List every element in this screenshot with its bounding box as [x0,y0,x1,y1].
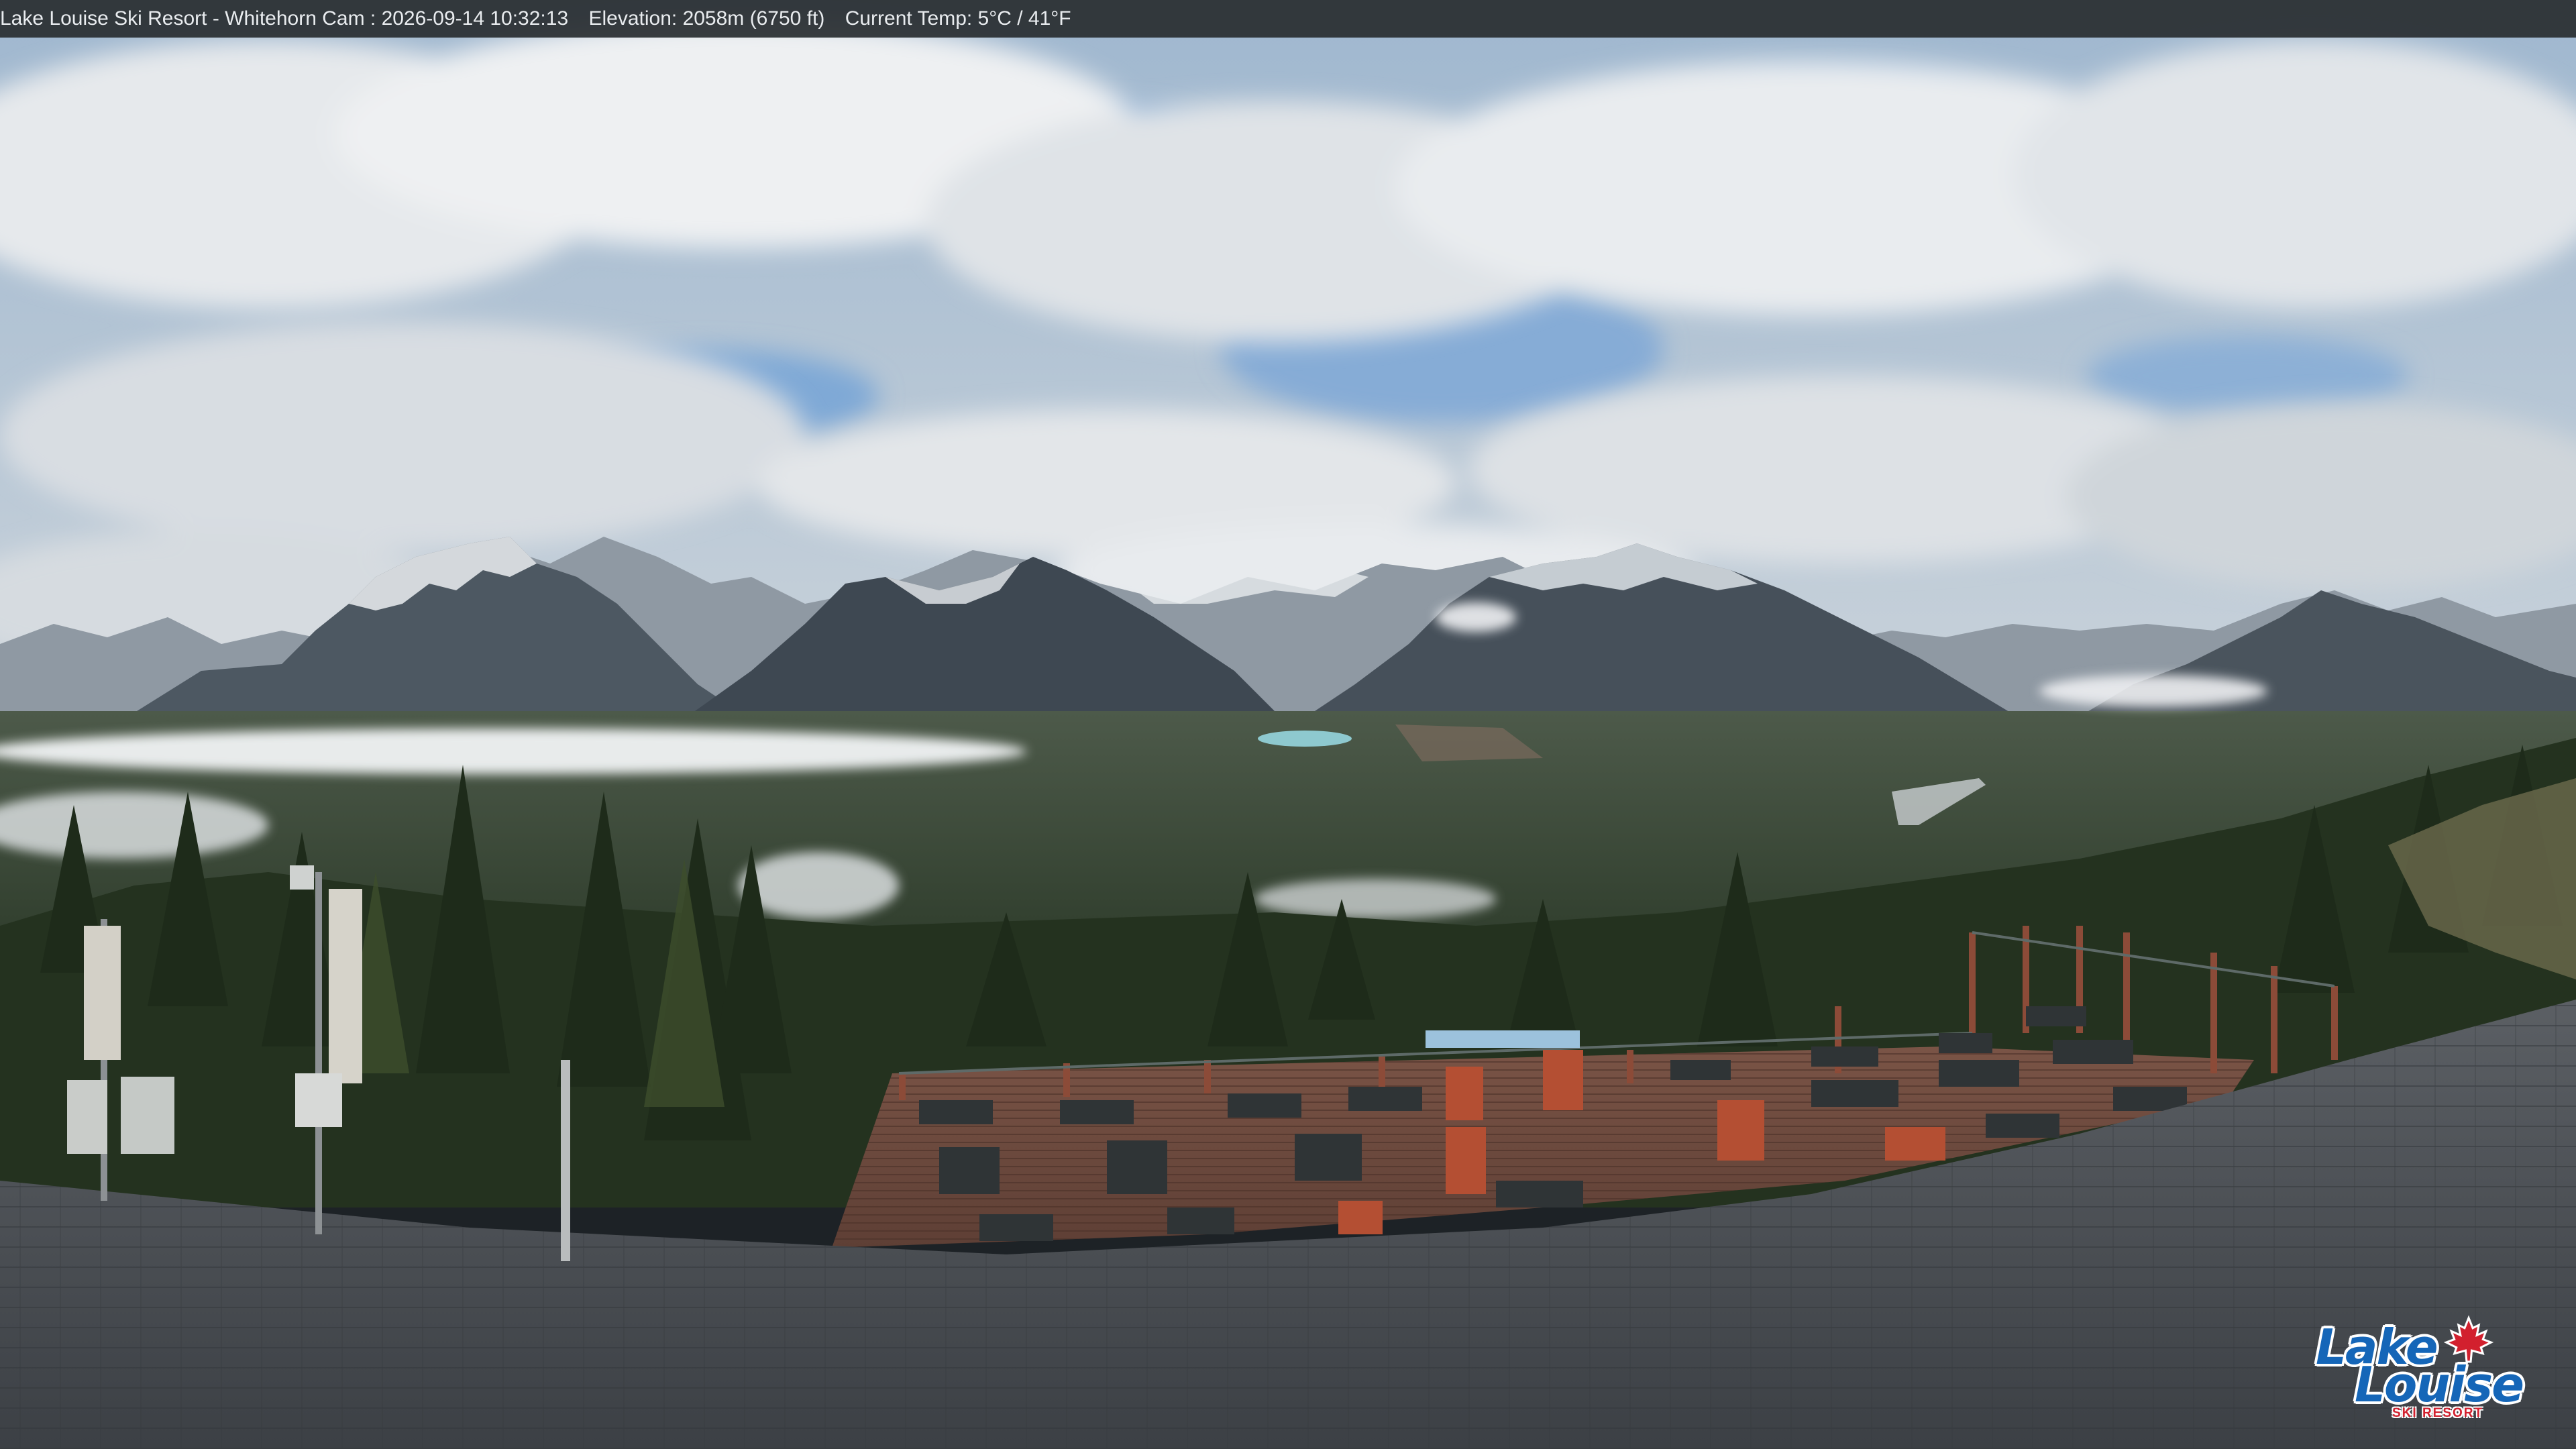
caption-temperature: Current Temp: 5°C / 41°F [845,7,1071,30]
webcam-image [0,0,2576,1449]
webcam-frame: Lake Louise Ski Resort - Whitehorn Cam :… [0,0,2576,1449]
caption-bar: Lake Louise Ski Resort - Whitehorn Cam :… [0,0,2576,38]
logo-text-ski-resort: SKI RESORT [2392,1406,2484,1420]
pole [561,1060,570,1261]
lake [1258,731,1352,747]
info-sign [1426,1030,1580,1048]
caption-elevation: Elevation: 2058m (6750 ft) [588,7,825,30]
resort-logo: Lake Louise SKI RESORT [2308,1315,2524,1421]
logo-text-louise: Louise [2355,1356,2524,1413]
caption-resort-timestamp: Lake Louise Ski Resort - Whitehorn Cam :… [0,7,569,30]
